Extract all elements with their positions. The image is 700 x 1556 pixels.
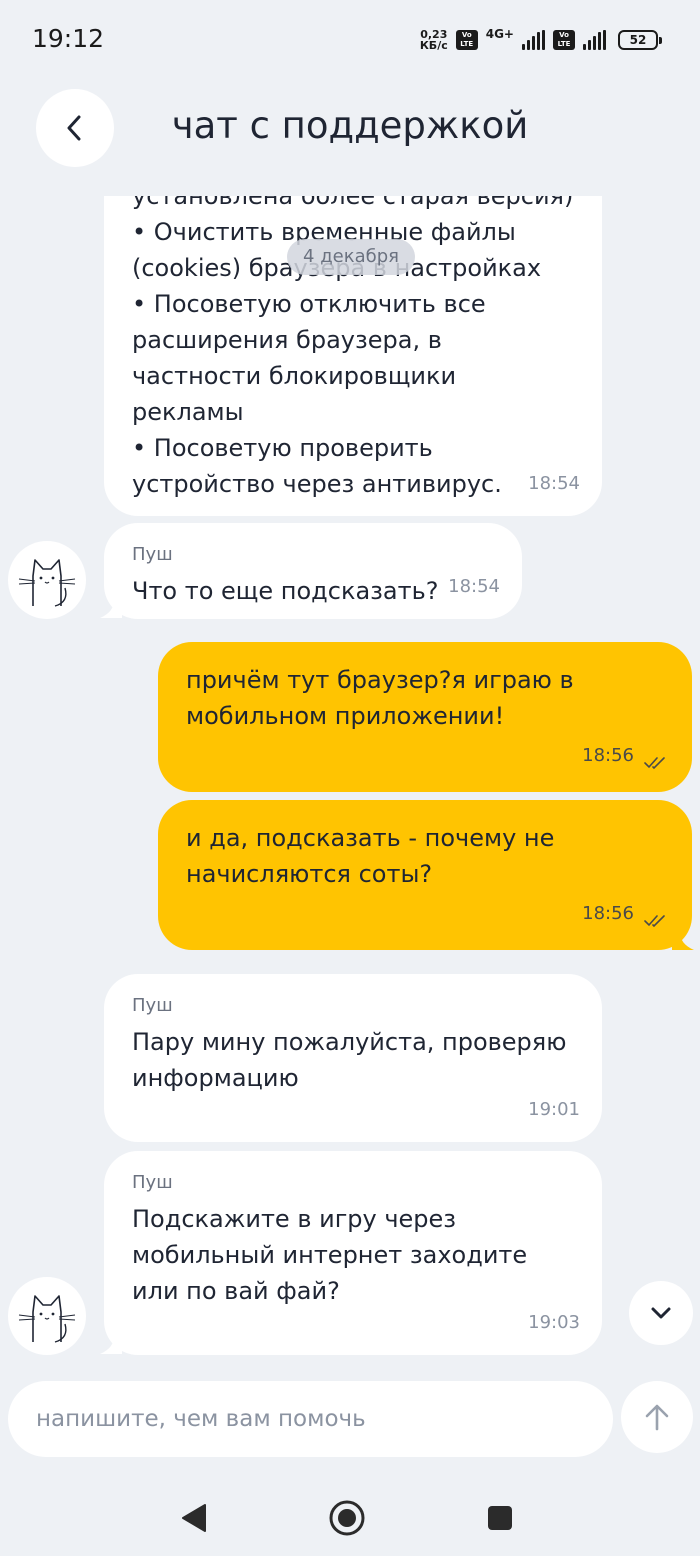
message-text: причём тут браузер?я играю в мобильном п… [186, 666, 574, 730]
message-bubble: и да, подсказать - почему не начисляются… [158, 800, 692, 950]
avatar [8, 1277, 86, 1355]
volte-icon-2: Vo LTE [553, 30, 575, 50]
nav-recents-button[interactable] [476, 1494, 524, 1542]
avatar [8, 541, 86, 619]
message-bubble: Пуш Что то еще подсказать? 18:54 [104, 523, 522, 619]
status-bar: 19:12 0,23 КБ/с Vo LTE 4G+ Vo LTE 52 [0, 0, 700, 80]
cat-avatar-icon [18, 1295, 76, 1343]
message-time: 19:03 [528, 1312, 580, 1333]
scroll-down-button[interactable] [629, 1281, 693, 1345]
message-time: 18:56 [582, 745, 634, 766]
status-time: 19:12 [32, 24, 105, 53]
network-speed: 0,23 КБ/с [420, 29, 448, 51]
signal-icon [522, 30, 545, 50]
network-type: 4G+ [485, 27, 514, 41]
battery-icon: 52 [618, 30, 662, 50]
message-input-wrapper [8, 1381, 613, 1457]
message-text: Пару мину пожалуйста, проверяю информаци… [132, 1028, 567, 1092]
triangle-back-icon [182, 1504, 206, 1532]
message-text: Подскажите в игру через мобильный интерн… [132, 1205, 528, 1305]
date-chip: 4 декабря [287, 239, 415, 275]
network-speed-unit: КБ/с [419, 39, 448, 52]
status-indicators: 0,23 КБ/с Vo LTE 4G+ Vo LTE 52 [420, 26, 662, 54]
message-time: 18:54 [448, 576, 500, 597]
message-time: 18:54 [528, 473, 580, 494]
message-sender: Пуш [132, 544, 173, 565]
circle-home-icon [329, 1500, 365, 1536]
nav-home-button[interactable] [323, 1494, 371, 1542]
chevron-down-icon [651, 1307, 671, 1319]
bubble-tail [100, 1336, 122, 1354]
double-check-icon [644, 757, 665, 770]
double-check-icon [644, 915, 665, 928]
message-bubble: Пуш Пару мину пожалуйста, проверяю инфор… [104, 974, 602, 1142]
page-title: чат с поддержкой [171, 104, 529, 147]
chat-messages[interactable]: установлена более старая версия) • Очист… [0, 196, 700, 1364]
message-bubble: Пуш Подскажите в игру через мобильный ин… [104, 1151, 602, 1355]
message-time: 19:01 [528, 1099, 580, 1120]
message-sender: Пуш [132, 995, 173, 1016]
volte-icon: Vo LTE [455, 30, 478, 50]
bubble-tail [100, 600, 122, 618]
signal-icon-2 [583, 30, 606, 50]
send-button[interactable] [621, 1381, 693, 1453]
arrow-up-icon [645, 1404, 669, 1431]
system-nav-bar [0, 1480, 700, 1556]
message-text: и да, подсказать - почему не начисляются… [186, 824, 555, 888]
message-bubble: причём тут браузер?я играю в мобильном п… [158, 642, 692, 792]
bubble-tail [672, 932, 694, 950]
message-text: Что то еще подсказать? [132, 577, 439, 605]
nav-back-button[interactable] [170, 1494, 218, 1542]
message-input[interactable] [36, 1381, 596, 1457]
cat-avatar-icon [18, 559, 76, 607]
message-time: 18:56 [582, 903, 634, 924]
message-sender: Пуш [132, 1172, 173, 1193]
square-recents-icon [488, 1506, 512, 1530]
